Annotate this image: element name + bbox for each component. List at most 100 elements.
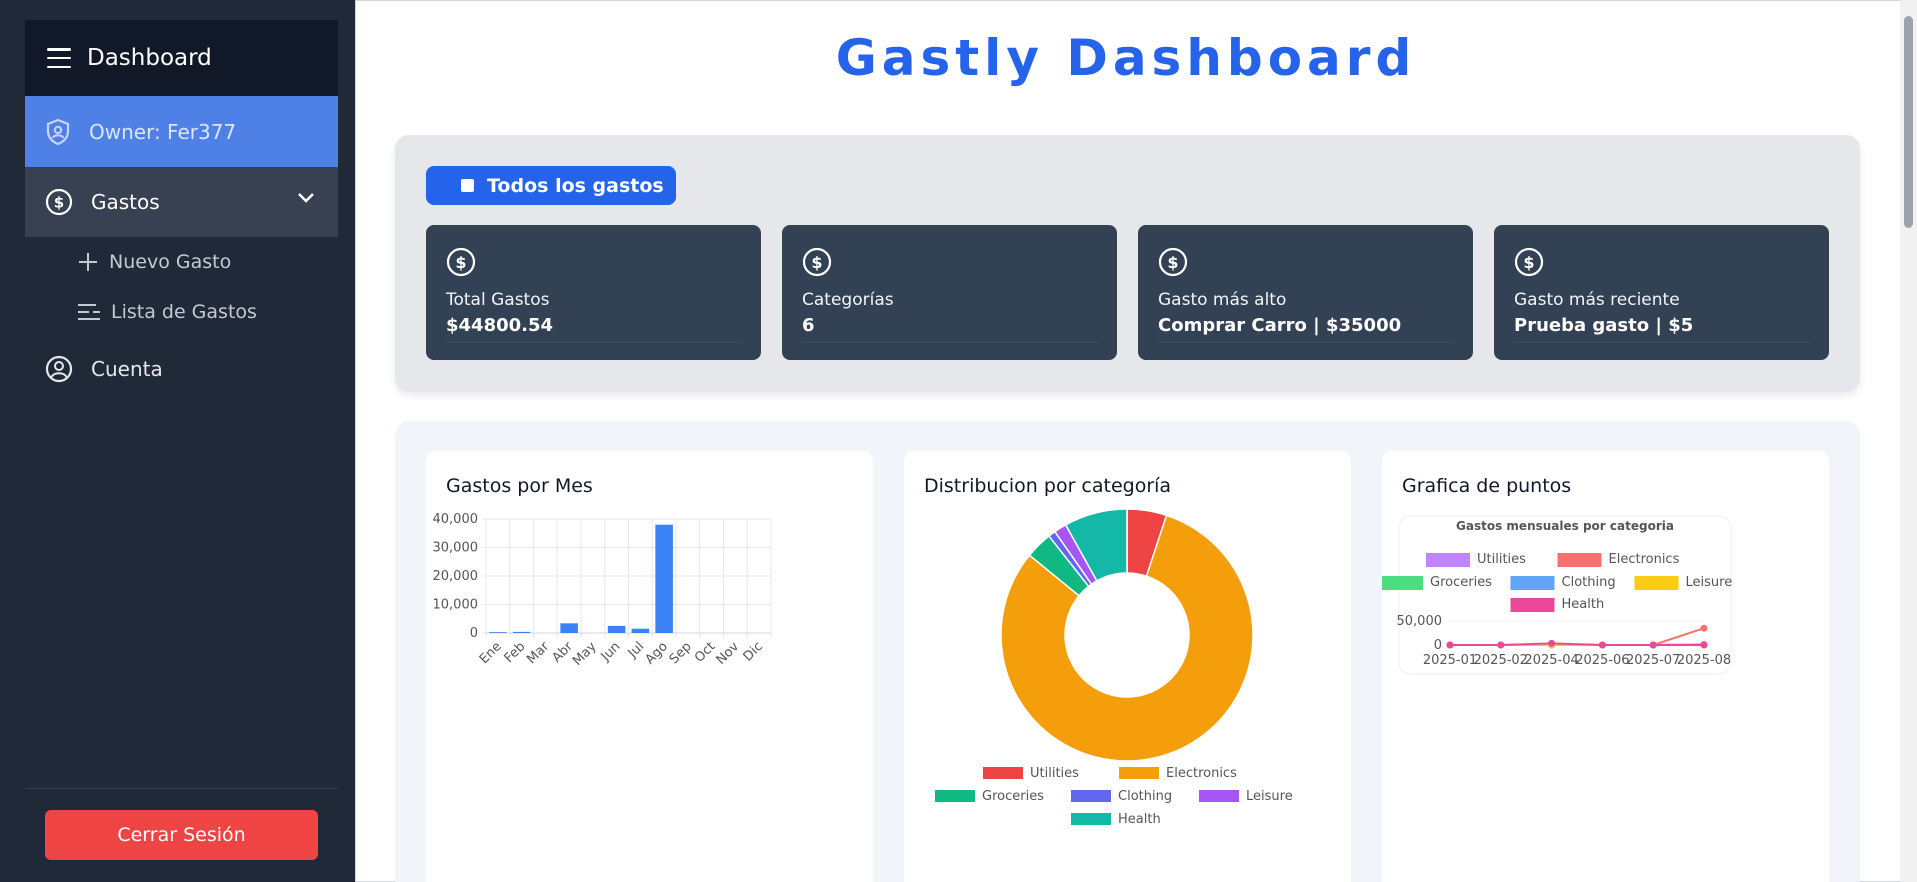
svg-text:$: $ <box>54 194 64 212</box>
bar <box>560 623 578 633</box>
x-tick-label: 2025-07 <box>1626 653 1680 668</box>
x-tick-label: Jun <box>598 639 624 665</box>
legend-label: Health <box>1118 812 1161 827</box>
sidebar: Dashboard Owner: Fer377 $ Gastos Nuevo G… <box>0 0 355 882</box>
owner-label: Owner: Fer377 <box>89 119 237 144</box>
charts-section: Gastos por Mes 0 10,000 20,000 30,000 40,000… <box>395 421 1860 882</box>
shield-user-icon <box>46 118 70 145</box>
legend-label: Utilities <box>1477 552 1526 567</box>
scrollbar[interactable] <box>1900 0 1917 882</box>
x-tick-label: Ago <box>643 639 671 667</box>
x-tick-label: Sep <box>667 639 695 667</box>
donut-chart: Utilities Electronics Groceries Clothing Lei… <box>935 508 1293 827</box>
legend-label: Leisure <box>1246 789 1293 804</box>
nuevo-gasto-label: Nuevo Gasto <box>109 251 232 273</box>
chevron-down-icon[interactable] <box>296 191 316 205</box>
legend-swatch <box>935 790 975 802</box>
y-tick-label: 30,000 <box>433 541 479 556</box>
legend-swatch <box>1071 790 1111 802</box>
sidebar-item-owner[interactable]: Owner: Fer377 <box>25 96 338 167</box>
legend-label: Clothing <box>1118 789 1172 804</box>
x-tick-label: Feb <box>502 639 529 666</box>
legend-swatch <box>1199 790 1239 802</box>
sidebar-item-lista-gastos[interactable]: Lista de Gastos <box>77 301 257 323</box>
y-tick-label: 10,000 <box>433 598 479 613</box>
panel-distribucion: Distribucion por categoría Utilities Elec… <box>904 451 1351 882</box>
panel-grafica-puntos: Grafica de puntos Gastos mensuales por c… <box>1382 451 1829 882</box>
legend-label: Utilities <box>1030 766 1079 781</box>
page-title: Gastly Dashboard <box>835 29 1417 87</box>
panel-gastos-por-mes: Gastos por Mes 0 10,000 20,000 30,000 40,000… <box>426 451 873 882</box>
svg-text:$: $ <box>1167 253 1178 272</box>
dollar-circle-icon: $ <box>1158 247 1188 277</box>
chart-card <box>1398 515 1732 675</box>
list-icon <box>78 304 100 320</box>
x-tick-label: 2025-01 <box>1423 653 1477 668</box>
all-expenses-label: Todos los gastos <box>487 174 664 197</box>
divider <box>1514 342 1809 343</box>
stat-card-recent: $ Gasto más reciente Prueba gasto | $5 <box>1494 225 1829 360</box>
sidebar-item-cuenta[interactable]: Cuenta <box>45 355 163 383</box>
x-tick-label: 2025-02 <box>1474 653 1528 668</box>
stat-value: 6 <box>802 315 815 336</box>
sidebar-header: Dashboard <box>25 20 338 96</box>
svg-text:$: $ <box>455 253 466 272</box>
x-tick-label: Dic <box>741 639 766 664</box>
bar <box>631 628 650 633</box>
dollar-circle-icon: $ <box>45 188 73 216</box>
svg-text:$: $ <box>1523 253 1534 272</box>
legend-swatch <box>1426 553 1470 567</box>
legend-swatch <box>1634 576 1679 590</box>
main-content: Gastly Dashboard Todos los gastos $ Tota… <box>355 0 1917 882</box>
legend-swatch <box>1119 767 1159 779</box>
x-tick-label: 2025-08 <box>1677 653 1731 668</box>
summary-section: Todos los gastos $ Total Gastos $44800.5… <box>395 135 1860 392</box>
divider <box>802 342 1097 343</box>
stat-label: Gasto más alto <box>1158 290 1287 310</box>
legend-label: Leisure <box>1686 575 1733 590</box>
legend-label: Electronics <box>1166 766 1237 781</box>
x-tick-label: Mar <box>524 639 552 667</box>
dollar-circle-icon: $ <box>802 247 832 277</box>
sidebar-item-nuevo-gasto[interactable]: Nuevo Gasto <box>77 251 231 273</box>
legend-label: Groceries <box>982 789 1044 804</box>
logout-button[interactable]: Cerrar Sesión <box>45 810 318 860</box>
data-point <box>1497 641 1505 649</box>
legend-swatch <box>1557 553 1602 567</box>
sidebar-item-gastos[interactable]: $ Gastos <box>25 167 338 237</box>
cuenta-label: Cuenta <box>91 357 163 381</box>
x-tick-label: Ene <box>477 639 505 667</box>
x-tick-label: May <box>570 639 600 669</box>
x-tick-label: 2025-06 <box>1575 653 1629 668</box>
square-icon <box>461 179 474 192</box>
scrollbar-thumb[interactable] <box>1904 16 1913 228</box>
plus-icon <box>79 253 97 271</box>
bar <box>512 631 531 633</box>
bar-chart: 010,00020,00030,00040,000EneFebMarAbrMay… <box>433 512 772 669</box>
divider <box>1158 342 1453 343</box>
x-tick-label: Nov <box>714 639 743 668</box>
x-tick-label: 2025-04 <box>1524 653 1578 668</box>
x-tick-label: Oct <box>692 639 719 666</box>
all-expenses-button[interactable]: Todos los gastos <box>426 166 676 205</box>
divider <box>446 342 741 343</box>
menu-icon[interactable] <box>47 48 71 68</box>
data-point <box>1548 639 1556 647</box>
dollar-circle-icon: $ <box>1514 247 1544 277</box>
stat-value: $44800.54 <box>446 315 554 336</box>
bar <box>607 625 626 633</box>
bar <box>489 632 507 633</box>
svg-text:$: $ <box>811 253 822 272</box>
legend-label: Groceries <box>1430 575 1492 590</box>
data-point <box>1649 641 1657 649</box>
data-point <box>1598 641 1606 649</box>
y-tick-label: 40,000 <box>433 512 479 527</box>
stat-label: Categorías <box>802 290 894 310</box>
legend-swatch <box>983 767 1023 779</box>
chart-title: Gastos mensuales por categoria <box>1456 519 1674 533</box>
legend-swatch <box>1382 576 1423 590</box>
gastos-label: Gastos <box>91 190 160 214</box>
legend-swatch <box>1510 598 1555 612</box>
line-chart: Gastos mensuales por categoria Utilities E… <box>1382 515 1733 675</box>
stat-value: Prueba gasto | $5 <box>1514 315 1694 336</box>
